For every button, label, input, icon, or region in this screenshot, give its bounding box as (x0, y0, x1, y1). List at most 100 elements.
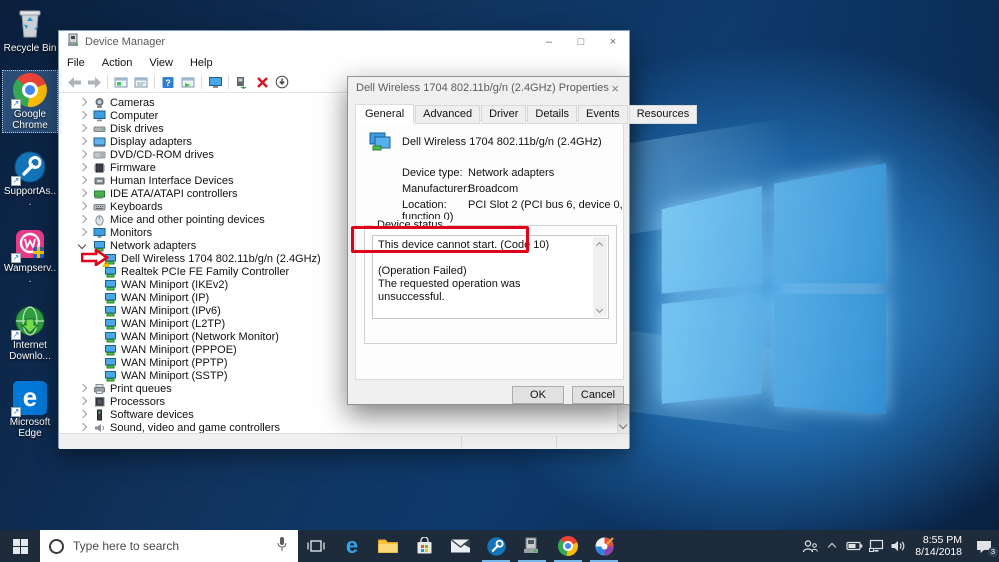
ok-button[interactable]: OK (512, 386, 564, 404)
scroll-up-icon[interactable] (597, 241, 603, 247)
chevron-right-icon[interactable] (79, 216, 87, 224)
supportassist-icon: ↗ (11, 150, 47, 186)
tray-battery-icon[interactable] (843, 530, 865, 562)
tab-general[interactable]: General (355, 104, 415, 125)
desktop-icon-supportassist[interactable]: ↗ SupportAs... (2, 147, 58, 210)
device-manager-titlebar[interactable]: Device Manager – □ × (59, 31, 629, 53)
scan-hardware-icon[interactable] (232, 74, 252, 91)
camera-device-icon (93, 97, 106, 109)
tree-item[interactable]: Software devices (59, 408, 617, 421)
taskbar-supportassist-icon[interactable] (478, 530, 514, 562)
chevron-right-icon[interactable] (79, 112, 87, 120)
device-status-label: Device status (373, 219, 448, 231)
back-icon[interactable] (64, 74, 84, 91)
computer-device-icon (93, 110, 106, 122)
desktop-icon-internet-download[interactable]: ↗ Internet Downlo... (2, 301, 58, 364)
device-status-text[interactable]: This device cannot start. (Code 10) (Oper… (372, 235, 609, 319)
tree-item-label: Dell Wireless 1704 802.11b/g/n (2.4GHz) (121, 252, 321, 265)
status-scrollbar[interactable] (593, 237, 607, 317)
tree-item-label: DVD/CD-ROM drives (110, 148, 214, 161)
status-line: The requested operation was unsuccessful… (378, 278, 521, 303)
tab-resources[interactable]: Resources (628, 105, 698, 124)
close-button[interactable]: × (597, 31, 629, 53)
disable-device-icon[interactable] (272, 74, 292, 91)
taskbar-store-icon[interactable] (406, 530, 442, 562)
clock-date: 8/14/2018 (915, 546, 962, 558)
tab-events[interactable]: Events (578, 105, 628, 124)
shortcut-arrow-icon: ↗ (11, 99, 21, 109)
menu-help[interactable]: Help (190, 57, 213, 69)
chevron-right-icon[interactable] (79, 424, 87, 432)
dialog-titlebar[interactable]: Dell Wireless 1704 802.11b/g/n (2.4GHz) … (348, 77, 629, 99)
field-label: Device type: (402, 167, 463, 179)
menu-file[interactable]: File (67, 57, 85, 69)
menu-action[interactable]: Action (102, 57, 133, 69)
tray-network-icon[interactable] (865, 530, 887, 562)
tree-item-label: Firmware (110, 161, 156, 174)
chevron-right-icon[interactable] (79, 385, 87, 393)
printer-device-icon (93, 383, 106, 395)
taskbar-clock[interactable]: 8:55 PM 8/14/2018 (915, 534, 962, 558)
chevron-right-icon[interactable] (79, 99, 87, 107)
tab-advanced[interactable]: Advanced (415, 105, 481, 124)
device-status-groupbox: Device status This device cannot start. … (364, 219, 617, 344)
taskbar-task-view-icon[interactable] (298, 530, 334, 562)
tree-item-label: WAN Miniport (L2TP) (121, 317, 226, 330)
desktop-icon-microsoft-edge[interactable]: e ↗ Microsoft Edge (2, 378, 58, 441)
chevron-right-icon[interactable] (79, 177, 87, 185)
chevron-right-icon[interactable] (79, 151, 87, 159)
taskbar-search[interactable]: Type here to search (40, 530, 298, 562)
tray-volume-icon[interactable] (887, 530, 909, 562)
tab-details[interactable]: Details (527, 105, 578, 124)
desktop-icon-recycle-bin[interactable]: Recycle Bin (2, 4, 58, 56)
svg-text:?: ? (165, 78, 171, 88)
help-icon[interactable]: ? (158, 74, 178, 91)
network-device-icon (104, 344, 117, 356)
chevron-right-icon[interactable] (79, 203, 87, 211)
microphone-icon[interactable] (275, 536, 289, 557)
tree-item[interactable]: Sound, video and game controllers (59, 421, 617, 433)
forward-icon[interactable] (84, 74, 104, 91)
console-window-icon[interactable] (178, 74, 198, 91)
chevron-right-icon[interactable] (79, 411, 87, 419)
tray-hidden-icons-icon[interactable] (821, 530, 843, 562)
chevron-right-icon[interactable] (79, 138, 87, 146)
desktop-icon-wampserver[interactable]: ↗ Wampserv... (2, 224, 58, 287)
cancel-button[interactable]: Cancel (572, 386, 624, 404)
taskbar-mail-icon[interactable] (442, 530, 478, 562)
menu-view[interactable]: View (149, 57, 173, 69)
chevron-right-icon[interactable] (79, 164, 87, 172)
scroll-down-icon[interactable] (619, 421, 627, 429)
tray-icons (799, 530, 909, 562)
tree-item-label: Realtek PCIe FE Family Controller (121, 265, 290, 278)
properties-icon[interactable] (131, 74, 151, 91)
minimize-button[interactable]: – (533, 31, 565, 53)
taskbar-edge-icon[interactable]: e (334, 530, 370, 562)
taskbar-chrome-icon[interactable] (550, 530, 586, 562)
chevron-right-icon[interactable] (79, 229, 87, 237)
field-value: Broadcom (468, 183, 519, 195)
desktop-icon-google-chrome[interactable]: ↗ Google Chrome (2, 70, 58, 133)
remote-computer-icon[interactable] (205, 74, 225, 91)
chevron-down-icon[interactable] (79, 242, 87, 250)
chevron-right-icon[interactable] (79, 398, 87, 406)
clock-time: 8:55 PM (922, 534, 962, 546)
tray-people-icon[interactable] (799, 530, 821, 562)
uninstall-device-icon[interactable] (252, 74, 272, 91)
tree-item-label: WAN Miniport (SSTP) (121, 369, 228, 382)
dialog-close-icon[interactable]: × (609, 81, 621, 96)
chevron-right-icon[interactable] (79, 190, 87, 198)
dialog-tabs: General Advanced Driver Details Events Resour… (355, 103, 698, 125)
scroll-down-icon[interactable] (597, 307, 603, 313)
show-tree-icon[interactable] (111, 74, 131, 91)
shortcut-arrow-icon: ↗ (11, 407, 21, 417)
start-button[interactable] (0, 530, 40, 562)
chevron-right-icon[interactable] (79, 125, 87, 133)
action-center-icon[interactable]: 3 (969, 530, 999, 562)
tab-driver[interactable]: Driver (481, 105, 527, 124)
taskbar-device-manager-icon[interactable] (514, 530, 550, 562)
maximize-button[interactable]: □ (565, 31, 597, 53)
taskbar-file-explorer-icon[interactable] (370, 530, 406, 562)
hid-device-icon (93, 175, 106, 187)
taskbar-paint-icon[interactable] (586, 530, 622, 562)
